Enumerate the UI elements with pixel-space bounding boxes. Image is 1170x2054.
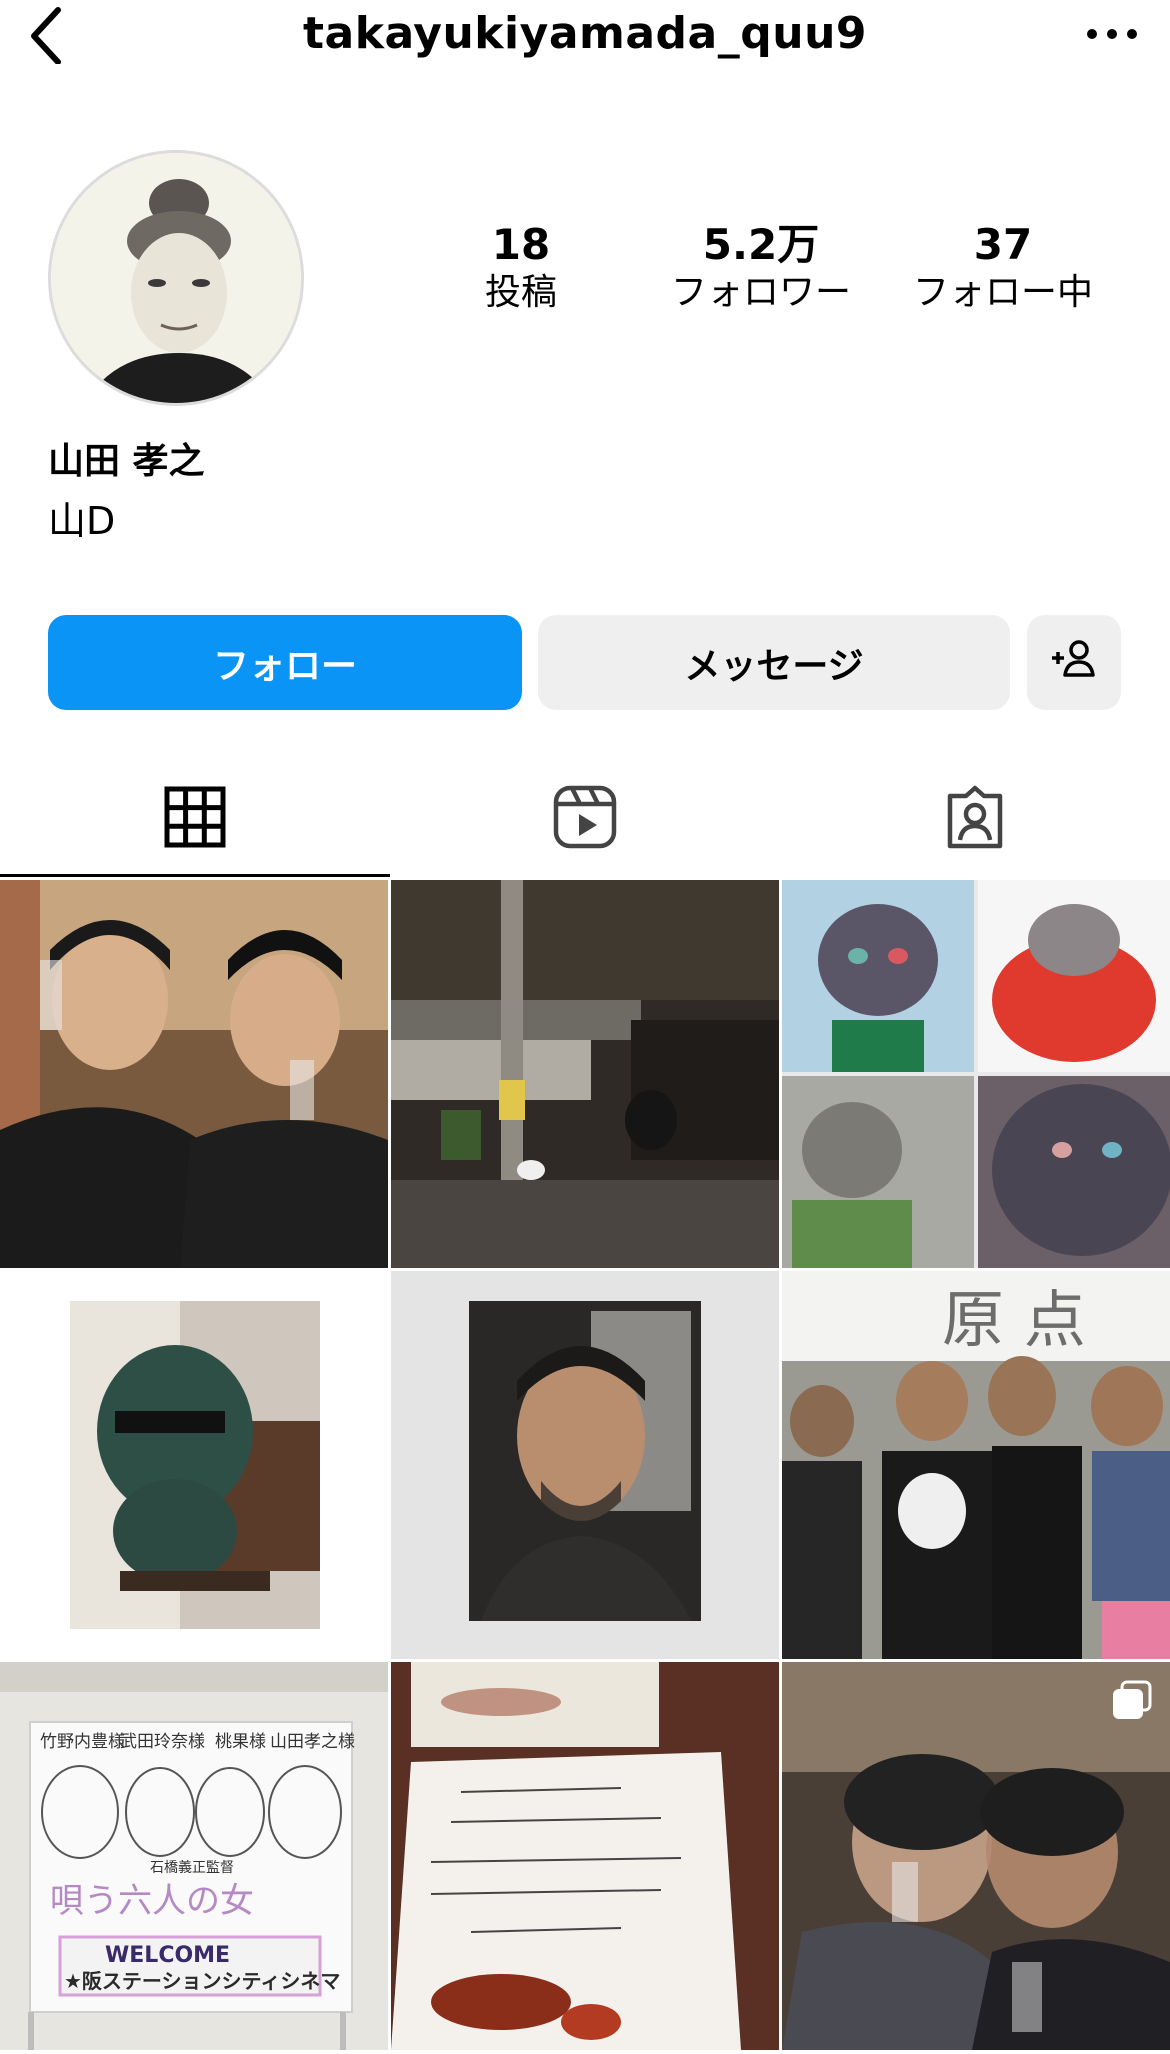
tab-tagged[interactable] [780, 760, 1170, 878]
post-thumbnail[interactable] [782, 1662, 1170, 2050]
multiple-photos-icon [1112, 1680, 1152, 1720]
following-count[interactable]: 37 フォロー中 [893, 220, 1113, 317]
poster-title: 唄う六人の女 [50, 1881, 254, 1921]
post-thumbnail[interactable]: 竹野内豊様 武田玲奈様 桃果様 山田孝之様 石橋義正監督 唄う六人の女 WELC… [0, 1662, 388, 2050]
poster-name: 桃果様 [215, 1732, 266, 1752]
following-count-label: フォロー中 [912, 272, 1093, 314]
poster-welcome: WELCOME [105, 1943, 230, 1968]
post-thumbnail[interactable] [391, 880, 779, 1268]
poster-director: 石橋義正監督 [150, 1859, 234, 1876]
suggested-users-button[interactable] [1027, 615, 1121, 710]
follow-button[interactable]: フォロー [48, 615, 522, 710]
poster-names: 竹野内豊様 武田玲奈様 桃果様 山田孝之様 [40, 1732, 355, 1752]
banner-text: 原 点 [942, 1283, 1086, 1356]
more-options-icon[interactable] [1082, 14, 1142, 54]
profile-bio: 山D [48, 499, 116, 543]
post-thumbnail[interactable] [391, 1662, 779, 2050]
post-thumbnail[interactable] [391, 1271, 779, 1659]
following-count-value: 37 [973, 220, 1033, 269]
profile-tabs [0, 760, 1170, 878]
followers-count-value: 5.2万 [702, 220, 820, 269]
post-thumbnail[interactable] [0, 880, 388, 1268]
poster-name: 竹野内豊様 [40, 1732, 125, 1752]
profile-username: takayukiyamada_quu9 [302, 8, 868, 59]
followers-count[interactable]: 5.2万 フォロワー [651, 220, 871, 317]
poster-name: 山田孝之様 [270, 1732, 355, 1752]
grid-icon [164, 786, 226, 852]
profile-avatar[interactable] [48, 150, 304, 406]
post-thumbnail[interactable] [0, 1271, 388, 1659]
followers-count-label: フォロワー [670, 272, 851, 314]
posts-count-label: 投稿 [484, 272, 557, 314]
reels-icon [552, 784, 618, 854]
tab-reels[interactable] [390, 760, 780, 878]
add-person-icon [1050, 638, 1098, 687]
post-thumbnail[interactable]: 原 点 [782, 1271, 1170, 1659]
active-tab-indicator [0, 874, 390, 877]
posts-count: 18 投稿 [411, 220, 631, 317]
posts-count-value: 18 [491, 220, 551, 269]
tab-posts-grid[interactable] [0, 760, 390, 878]
profile-full-name: 山田 孝之 [48, 441, 205, 482]
tagged-icon [942, 784, 1008, 854]
top-bar: takayukiyamada_quu9 [0, 0, 1170, 70]
message-button[interactable]: メッセージ [538, 615, 1010, 710]
poster-venue: ★阪ステーションシティシネマ [64, 1969, 340, 1993]
post-thumbnail[interactable] [782, 880, 1170, 1268]
poster-name: 武田玲奈様 [120, 1732, 205, 1752]
